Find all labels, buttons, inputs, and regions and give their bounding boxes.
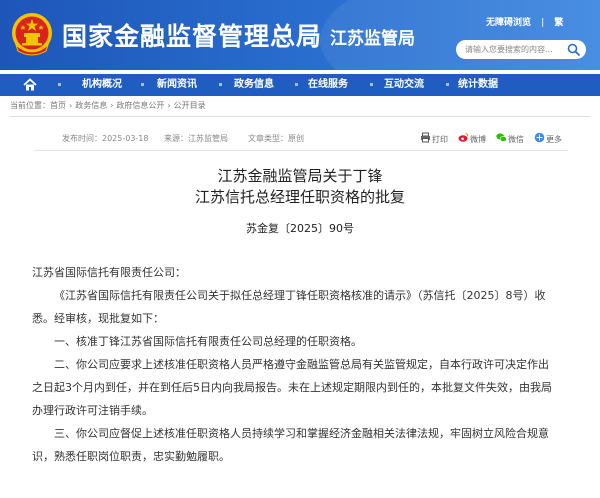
item-2-line-3: 办理行政许可注销手续。 xyxy=(32,404,153,417)
search-box xyxy=(456,40,586,59)
national-emblem-icon[interactable] xyxy=(10,11,54,57)
weibo-icon xyxy=(458,133,469,142)
top-links: 无障碍浏览 | 繁 xyxy=(486,15,563,28)
print-button[interactable]: 打印 xyxy=(420,132,450,146)
title-divider xyxy=(314,24,315,48)
search-input[interactable] xyxy=(465,40,565,59)
more-share-icon xyxy=(534,132,545,143)
nav-divider xyxy=(141,83,144,86)
printer-icon xyxy=(421,132,430,143)
branch-title[interactable]: 江苏监管局 xyxy=(330,24,415,49)
nav-divider xyxy=(58,83,61,86)
nav-item-interaction[interactable]: 互动交流 xyxy=(372,74,436,96)
share-more-button[interactable]: 更多 xyxy=(534,132,568,146)
traditional-chinese-link[interactable]: 繁 xyxy=(554,18,563,28)
wechat-icon xyxy=(496,133,507,142)
addressee: 江苏省国际信托有限责任公司： xyxy=(32,266,186,279)
search-icon[interactable] xyxy=(567,43,580,56)
site-header: 国家金融监督管理总局 江苏监管局 无障碍浏览 | 繁 xyxy=(0,0,600,70)
breadcrumb-prefix: 当前位置： xyxy=(10,101,50,110)
accessibility-link[interactable]: 无障碍浏览 xyxy=(486,18,531,28)
breadcrumb-catalog[interactable]: 公开目录 xyxy=(174,101,206,110)
nav-item-statistics[interactable]: 统计数据 xyxy=(446,74,510,96)
link-divider: | xyxy=(541,18,545,28)
breadcrumb-home[interactable]: 首页 xyxy=(50,101,66,110)
breadcrumb-info-disclosure[interactable]: 政府信息公开 xyxy=(116,101,164,110)
document-body: 江苏省国际信托有限责任公司： 《江苏省国际信托有限责任公司关于拟任总经理丁锋任职… xyxy=(32,261,576,468)
article-type: 文章类型：原创 xyxy=(248,134,304,143)
nav-item-government-info[interactable]: 政务信息 xyxy=(222,74,286,96)
main-nav: 机构概况 新闻资讯 政务信息 在线服务 互动交流 统计数据 xyxy=(0,74,600,96)
document-number: 苏金复〔2025〕90号 xyxy=(246,222,354,235)
article-meta: 发布时间：2025-03-18 来源：江苏监管局 文章类型：原创 打印 微博 微… xyxy=(34,130,568,150)
article-source: 来源：江苏监管局 xyxy=(164,134,228,143)
document-title-line-1: 江苏金融监管局关于丁锋 xyxy=(217,167,383,185)
breadcrumb-divider xyxy=(10,116,590,117)
document-title-line-2: 江苏信托总经理任职资格的批复 xyxy=(194,188,405,206)
item-2-line-1: 二、你公司应要求上述核准任职资格人员严格遵守金融监管总局有关监管规定，自本行政许… xyxy=(54,358,549,371)
share-weibo-button[interactable]: 微博 xyxy=(458,132,490,146)
wechat-label: 微信 xyxy=(508,135,524,144)
item-2-line-2: 之日起3个月内到任，并在到任后5日内向我局报告。未在上述规定期限内到任的，本批复… xyxy=(32,381,552,394)
home-icon[interactable] xyxy=(22,77,38,93)
item-3-line-1: 三、你公司应督促上述核准任职资格人员持续学习和掌握经济金融相关法律法规，牢固树立… xyxy=(54,427,549,440)
breadcrumb-separator: › xyxy=(69,101,73,110)
nav-item-about[interactable]: 机构概况 xyxy=(70,74,134,96)
item-3-line-2: 识，熟悉任职岗位职责，忠实勤勉履职。 xyxy=(32,450,230,463)
breadcrumb: 当前位置：首页 › 政务信息 › 政府信息公开 › 公开目录 xyxy=(10,100,206,114)
more-label: 更多 xyxy=(546,135,562,144)
paragraph-1-line-1: 《江苏省国际信托有限责任公司关于拟任总经理丁锋任职资格核准的请示》（苏信托〔20… xyxy=(54,289,546,302)
nav-item-online-service[interactable]: 在线服务 xyxy=(296,74,360,96)
breadcrumb-separator: › xyxy=(167,101,171,110)
item-1: 一、核准丁锋江苏省国际信托有限责任公司总经理的任职资格。 xyxy=(54,335,362,348)
share-wechat-button[interactable]: 微信 xyxy=(496,132,528,146)
breadcrumb-government-info[interactable]: 政务信息 xyxy=(75,101,107,110)
print-label: 打印 xyxy=(432,135,448,144)
nav-item-news[interactable]: 新闻资讯 xyxy=(145,74,209,96)
paragraph-1-line-2: 悉。经审核，现批复如下： xyxy=(32,312,164,325)
breadcrumb-separator: › xyxy=(110,101,114,110)
publish-date: 发布时间：2025-03-18 xyxy=(62,134,149,143)
site-title[interactable]: 国家金融监督管理总局 xyxy=(62,17,322,53)
weibo-label: 微博 xyxy=(470,135,486,144)
meta-divider xyxy=(34,150,568,151)
